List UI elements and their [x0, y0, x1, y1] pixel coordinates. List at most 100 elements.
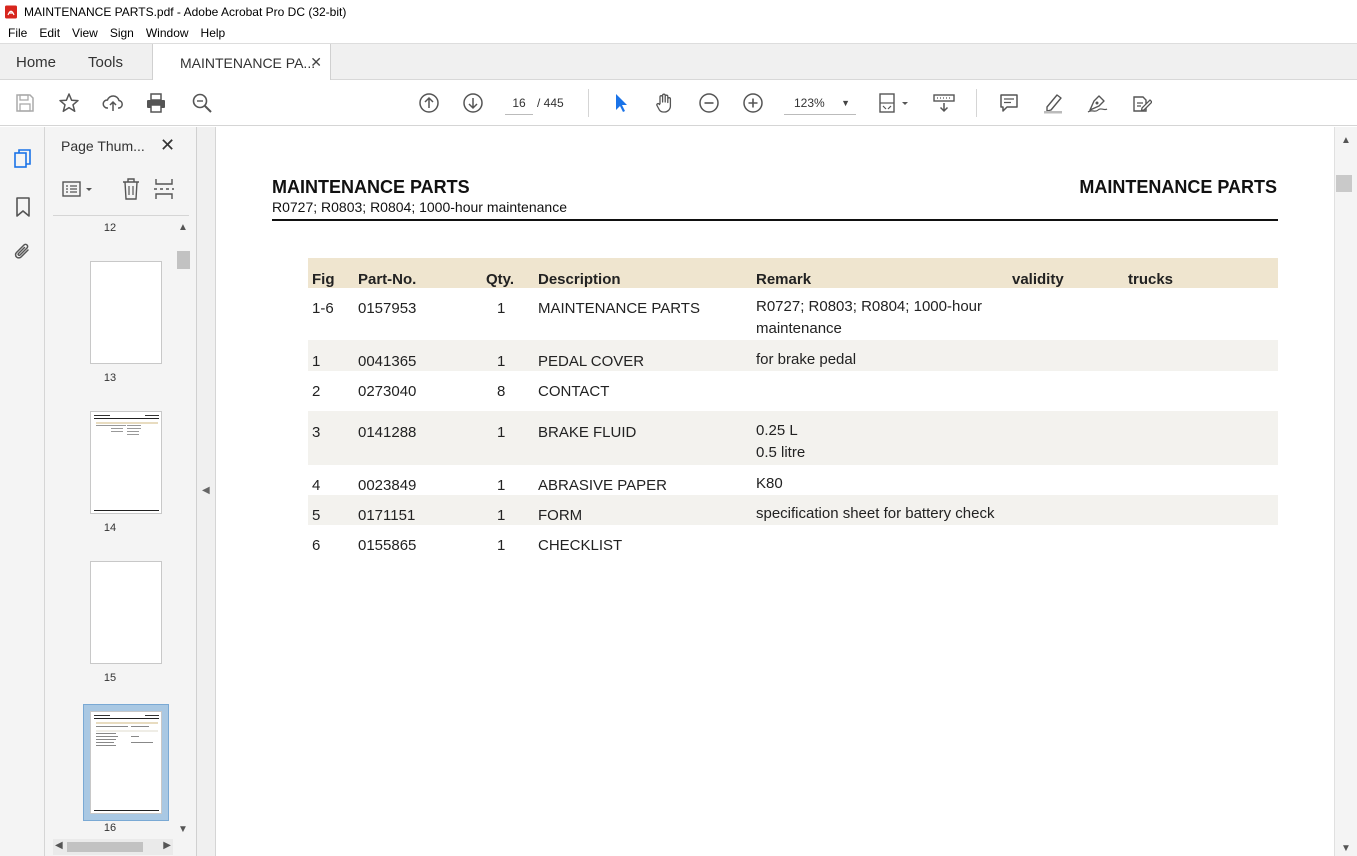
- page-label: 12: [103, 222, 117, 234]
- star-bookmark-icon[interactable]: [57, 91, 81, 115]
- menu-view[interactable]: View: [66, 26, 104, 40]
- select-cursor-icon[interactable]: [609, 91, 633, 115]
- scrollbar-thumb[interactable]: [177, 251, 190, 269]
- cell-description: ABRASIVE PAPER: [538, 477, 667, 494]
- scroll-down-icon[interactable]: ▼: [1341, 843, 1351, 854]
- page-number-input[interactable]: 16: [505, 93, 533, 115]
- cloud-upload-icon[interactable]: [101, 91, 125, 115]
- toolbar-separator: [976, 89, 977, 117]
- header-description: Description: [538, 271, 621, 288]
- close-panel-icon[interactable]: ✕: [160, 135, 175, 156]
- page-thumbnails-icon[interactable]: [10, 146, 36, 172]
- page-fit-icon[interactable]: [876, 91, 912, 115]
- toolbar-separator: [588, 89, 589, 117]
- scrolling-mode-icon[interactable]: [932, 91, 956, 115]
- header-trucks: trucks: [1128, 271, 1174, 288]
- cell-part-no: 0157953: [358, 300, 417, 317]
- menu-file[interactable]: File: [2, 26, 33, 40]
- cell-qty: 1: [497, 477, 506, 494]
- table-row: 1 0041365 1 PEDAL COVER for brake pedal: [308, 340, 1278, 371]
- menu-help[interactable]: Help: [195, 26, 232, 40]
- title-bar: MAINTENANCE PARTS.pdf - Adobe Acrobat Pr…: [0, 0, 1357, 23]
- cell-fig: 3: [312, 424, 321, 441]
- cell-fig: 5: [312, 507, 321, 524]
- zoom-level-value: 123%: [794, 96, 825, 110]
- sign-pen-icon[interactable]: [1085, 91, 1109, 115]
- chevron-down-icon: ▼: [841, 98, 850, 108]
- cell-part-no: 0023849: [358, 477, 417, 494]
- zoom-out-icon[interactable]: [697, 91, 721, 115]
- comment-icon[interactable]: [997, 91, 1021, 115]
- page-thumbnail-15[interactable]: [90, 561, 162, 664]
- navigation-rail: [0, 127, 45, 856]
- menu-sign[interactable]: Sign: [104, 26, 140, 40]
- attachment-paperclip-icon[interactable]: [10, 239, 36, 265]
- menu-bar: File Edit View Sign Window Help: [0, 23, 1357, 43]
- cell-part-no: 0273040: [358, 383, 417, 400]
- document-title-right: MAINTENANCE PARTS: [1079, 177, 1277, 197]
- cell-fig: 1-6: [312, 300, 334, 317]
- cell-description: FORM: [538, 507, 583, 524]
- panel-divider: [53, 215, 189, 216]
- scroll-up-icon[interactable]: ▲: [178, 222, 188, 233]
- close-tab-icon[interactable]: ✕: [310, 54, 322, 71]
- page-thumbnail-16[interactable]: [90, 711, 162, 814]
- extract-pages-icon[interactable]: [153, 177, 175, 201]
- print-icon[interactable]: [144, 91, 168, 115]
- cell-qty: 8: [497, 383, 506, 400]
- cell-part-no: 0155865: [358, 537, 417, 554]
- edit-pdf-icon[interactable]: [1129, 91, 1153, 115]
- cell-description: CHECKLIST: [538, 537, 623, 554]
- thumbnail-tools: [45, 173, 197, 207]
- menu-window[interactable]: Window: [140, 26, 195, 40]
- document-view[interactable]: MAINTENANCE PARTS MAINTENANCE PARTS R072…: [216, 127, 1334, 856]
- main-toolbar: 16 / 445 123% ▼: [0, 80, 1357, 126]
- page-label: 15: [103, 672, 117, 684]
- scrollbar-thumb[interactable]: [67, 842, 143, 852]
- thumbnail-options-icon[interactable]: [61, 179, 97, 201]
- save-icon[interactable]: [13, 91, 37, 115]
- menu-edit[interactable]: Edit: [33, 26, 66, 40]
- cell-qty: 1: [497, 507, 506, 524]
- tab-document-label: MAINTENANCE PA...: [180, 54, 316, 71]
- document-title: MAINTENANCE PARTS: [272, 177, 470, 197]
- cell-remark: for brake pedal: [756, 351, 857, 368]
- page-thumbnail-14[interactable]: [90, 411, 162, 514]
- collapse-panel-icon[interactable]: ◀: [202, 485, 210, 496]
- next-page-icon[interactable]: [461, 91, 485, 115]
- cell-description: MAINTENANCE PARTS: [538, 300, 700, 317]
- thumbnail-vertical-scrollbar[interactable]: ▲ ▼: [175, 217, 191, 837]
- bookmark-icon[interactable]: [10, 194, 36, 220]
- document-subtitle: R0727; R0803; R0804; 1000-hour maintenan…: [272, 199, 567, 215]
- scrollbar-thumb[interactable]: [1336, 175, 1352, 192]
- parts-table: Fig Part-No. Qty. Description Remark val…: [308, 258, 1278, 555]
- header-rule: [272, 219, 1278, 221]
- cell-qty: 1: [497, 537, 506, 554]
- acrobat-pdf-icon: [5, 5, 17, 18]
- cell-description: BRAKE FLUID: [538, 424, 637, 441]
- page-thumbnails-panel: Page Thum... ✕ 12 13 14 15 16 ▲ ▼ ◀ ▶: [45, 127, 197, 856]
- tab-document[interactable]: MAINTENANCE PA... ✕: [152, 44, 331, 81]
- tab-home[interactable]: Home: [16, 44, 56, 80]
- cell-fig: 6: [312, 537, 321, 554]
- scroll-down-icon[interactable]: ▼: [178, 824, 188, 835]
- page-label-selected: 16: [103, 822, 117, 834]
- hand-tool-icon[interactable]: [653, 91, 677, 115]
- scroll-right-icon[interactable]: ▶: [163, 840, 171, 851]
- scroll-up-icon[interactable]: ▲: [1341, 135, 1351, 146]
- scroll-left-icon[interactable]: ◀: [55, 840, 63, 851]
- panel-collapse-strip[interactable]: ◀: [197, 127, 216, 856]
- previous-page-icon[interactable]: [417, 91, 441, 115]
- delete-trash-icon[interactable]: [120, 177, 142, 201]
- tab-tools[interactable]: Tools: [88, 44, 123, 80]
- page-thumbnail-13[interactable]: [90, 261, 162, 364]
- highlight-pen-icon[interactable]: [1041, 91, 1065, 115]
- document-vertical-scrollbar[interactable]: ▲ ▼: [1334, 127, 1357, 856]
- zoom-search-icon[interactable]: [190, 91, 214, 115]
- zoom-level-select[interactable]: 123% ▼: [784, 93, 856, 115]
- cell-fig: 1: [312, 353, 321, 370]
- cell-fig: 2: [312, 383, 321, 400]
- window-title: MAINTENANCE PARTS.pdf - Adobe Acrobat Pr…: [24, 4, 347, 19]
- zoom-in-icon[interactable]: [741, 91, 765, 115]
- thumbnail-horizontal-scrollbar[interactable]: ◀ ▶: [53, 839, 173, 855]
